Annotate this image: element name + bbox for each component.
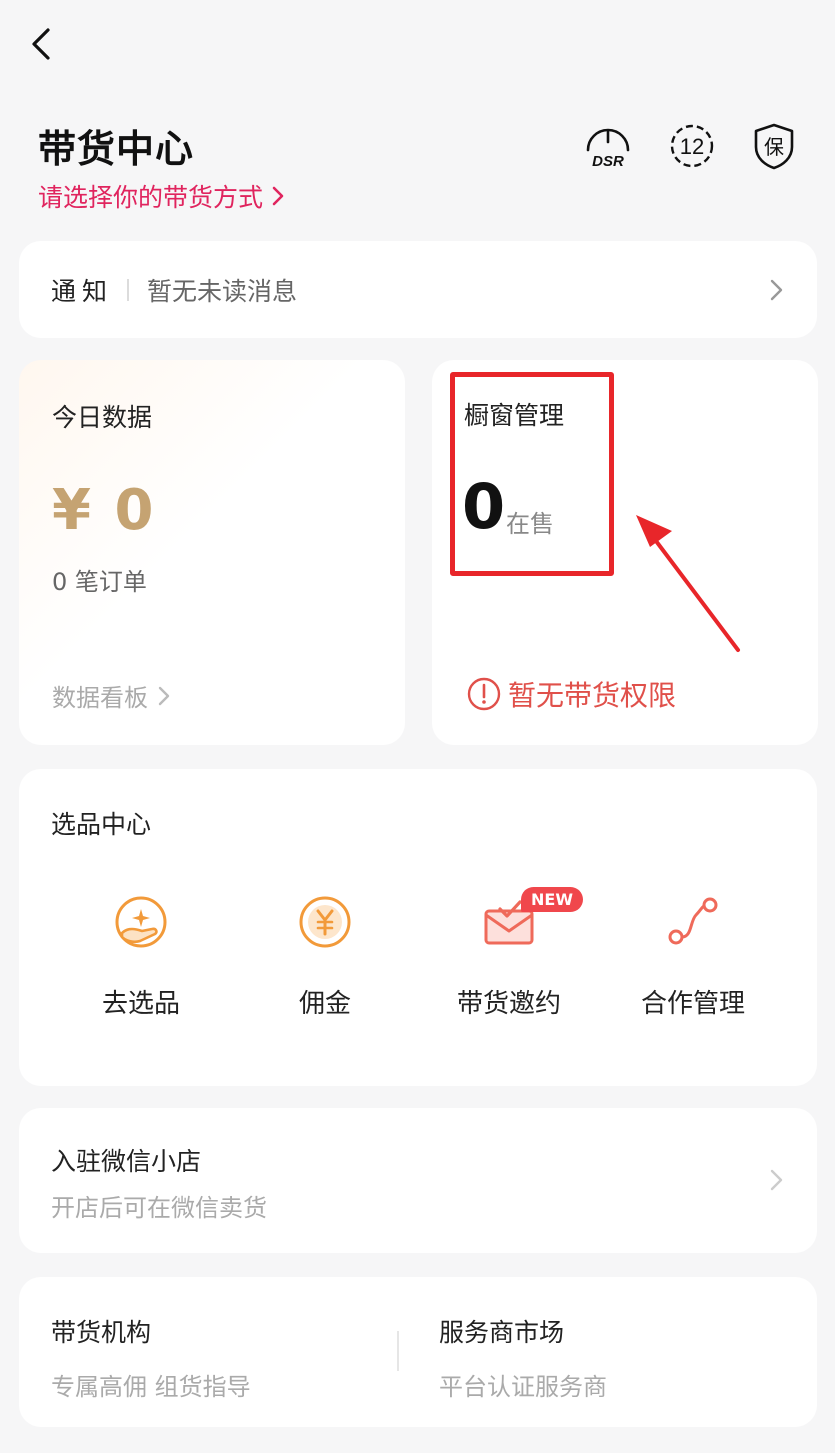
route-icon <box>668 897 718 945</box>
annotation-arrow-icon <box>636 515 740 652</box>
wechat-shop-title: 入驻微信小店 <box>51 1147 202 1176</box>
tool-label: 佣金 <box>298 989 351 1019</box>
select-method-link[interactable]: 请选择你的带货方式 <box>38 178 287 214</box>
notice-divider <box>127 278 130 301</box>
today-orders: 0 笔订单 <box>52 568 147 596</box>
today-revenue: ¥ 0 <box>52 478 156 543</box>
notice-label: 通知 <box>51 276 114 306</box>
page-title: 带货中心 <box>38 127 195 171</box>
notice-bar[interactable]: 通知 暂无未读消息 <box>19 241 817 338</box>
select-method-label: 请选择你的带货方式 <box>38 183 264 212</box>
notice-message: 暂无未读消息 <box>147 276 298 306</box>
service-market-title: 服务商市场 <box>439 1318 565 1347</box>
hand-star-icon <box>115 896 167 948</box>
no-permission-warning[interactable]: 暂无带货权限 <box>466 674 676 714</box>
pick-center-title: 选品中心 <box>51 810 152 839</box>
dsr-icon[interactable]: DSR <box>582 120 634 172</box>
data-board-label: 数据看板 <box>52 684 148 712</box>
tool-go-pick[interactable]: 去选品 <box>51 891 231 1020</box>
new-badge: NEW <box>521 887 583 912</box>
chevron-right-icon <box>770 279 783 300</box>
back-arrow-icon[interactable] <box>24 24 64 64</box>
divider <box>397 1331 399 1371</box>
data-board-link[interactable]: 数据看板 <box>52 678 172 713</box>
twelve-icon[interactable]: 12 <box>666 120 718 172</box>
chevron-right-icon <box>272 186 284 206</box>
twelve-text: 12 <box>680 134 704 159</box>
tool-label: 带货邀约 <box>456 989 561 1019</box>
today-data-title: 今日数据 <box>52 403 153 432</box>
tool-commission[interactable]: 佣金 <box>235 891 415 1020</box>
dsr-text: DSR <box>592 153 624 170</box>
tool-label: 去选品 <box>101 989 180 1019</box>
service-market-entry[interactable]: 服务商市场 平台认证服务商 <box>439 1313 607 1402</box>
agency-title: 带货机构 <box>51 1318 152 1347</box>
yuan-coin-icon <box>299 896 351 948</box>
agency-entry[interactable]: 带货机构 专属高佣 组货指导 <box>51 1313 251 1402</box>
service-market-desc: 平台认证服务商 <box>439 1373 607 1401</box>
chevron-right-icon <box>770 1169 783 1191</box>
warning-circle-icon <box>467 677 501 711</box>
wechat-shop-desc: 开店后可在微信卖货 <box>51 1194 267 1222</box>
pick-center-card: 选品中心 去选品 佣金 带货邀约 NEW 合作管理 <box>19 769 817 1086</box>
agency-desc: 专属高佣 组货指导 <box>51 1373 251 1401</box>
no-permission-text: 暂无带货权限 <box>508 679 677 712</box>
highlight-box <box>450 372 614 576</box>
shield-icon[interactable]: 保 <box>748 120 800 172</box>
shield-text: 保 <box>764 135 784 159</box>
tool-cooperation[interactable]: 合作管理 <box>603 891 783 1020</box>
wechat-shop-card[interactable]: 入驻微信小店 开店后可在微信卖货 <box>19 1108 817 1253</box>
chevron-right-icon <box>158 686 170 705</box>
bottom-services-card: 带货机构 专属高佣 组货指导 服务商市场 平台认证服务商 <box>19 1277 817 1427</box>
today-data-card[interactable]: 今日数据 ¥ 0 0 笔订单 数据看板 <box>19 360 405 745</box>
tool-label: 合作管理 <box>640 989 745 1019</box>
